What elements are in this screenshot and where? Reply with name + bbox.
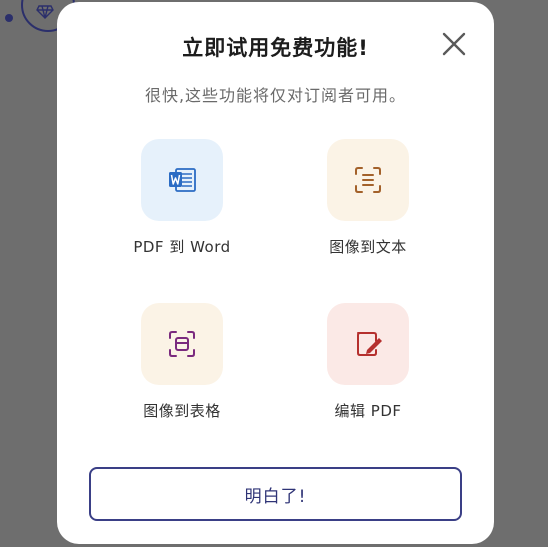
feature-edit-pdf[interactable]: 编辑 PDF: [278, 303, 458, 421]
background-dot: [5, 14, 13, 22]
dialog-title: 立即试用免费功能!: [182, 36, 369, 60]
feature-label: 图像到文本: [329, 238, 407, 256]
free-trial-dialog: 立即试用免费功能! 很快,这些功能将仅对订阅者可用。 PDF 到 Word 图像…: [57, 2, 494, 544]
feature-label: 编辑 PDF: [334, 402, 402, 420]
diamond-icon: [36, 5, 54, 19]
word-icon: [169, 168, 196, 192]
close-icon[interactable]: [441, 31, 467, 57]
edit-pdf-icon: [357, 332, 382, 356]
feature-tile[interactable]: [327, 303, 409, 385]
text-scan-icon: [355, 167, 381, 193]
feature-tile[interactable]: [327, 139, 409, 221]
table-scan-icon: [169, 331, 195, 357]
feature-label: 图像到表格: [143, 402, 221, 420]
close-button[interactable]: [441, 31, 467, 57]
feature-image-to-table[interactable]: 图像到表格: [92, 303, 272, 421]
feature-tile[interactable]: [141, 139, 223, 221]
feature-tile[interactable]: [141, 303, 223, 385]
feature-label: PDF 到 Word: [133, 238, 231, 256]
feature-pdf-to-word[interactable]: PDF 到 Word: [92, 139, 272, 257]
feature-image-to-text[interactable]: 图像到文本: [278, 139, 458, 257]
dialog-subtitle: 很快,这些功能将仅对订阅者可用。: [144, 86, 407, 105]
got-it-button[interactable]: 明白了!: [89, 467, 462, 521]
